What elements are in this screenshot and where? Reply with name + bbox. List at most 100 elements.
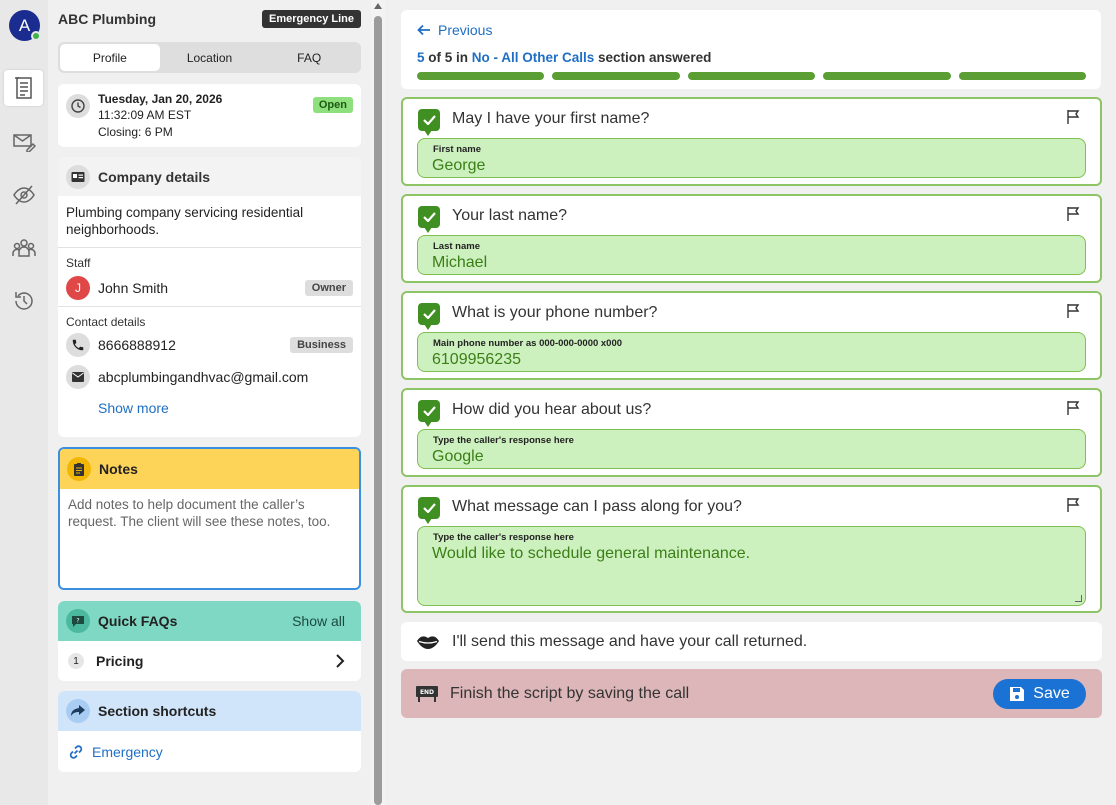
- end-sign-text: END: [420, 689, 434, 696]
- question-text: What is your phone number?: [452, 304, 658, 321]
- field-label: Main phone number as 000-000-0000 x000: [433, 338, 623, 349]
- referral-field[interactable]: Type the caller's response here Google: [417, 429, 1086, 469]
- show-more-link[interactable]: Show more: [58, 393, 361, 423]
- field-value: Google: [432, 448, 484, 465]
- svg-text:?: ?: [76, 617, 79, 624]
- end-sign-icon: END: [416, 685, 438, 702]
- field-value: Would like to schedule general maintenan…: [432, 545, 751, 562]
- last-name-field[interactable]: Last name Michael: [417, 235, 1086, 275]
- email-row[interactable]: abcplumbingandhvac@gmail.com: [58, 361, 361, 393]
- shortcut-item[interactable]: Emergency: [58, 731, 361, 772]
- quick-faqs-header: ? Quick FAQs Show all: [58, 601, 361, 641]
- chevron-right-icon: [336, 654, 345, 668]
- staff-row[interactable]: J John Smith Owner: [58, 270, 361, 307]
- notes-textarea[interactable]: Add notes to help document the caller’s …: [60, 489, 359, 537]
- company-description: Plumbing company servicing residential n…: [58, 196, 361, 248]
- question-text: Your last name?: [452, 207, 568, 224]
- flag-icon[interactable]: [1066, 206, 1080, 222]
- phone-row[interactable]: 8666888912 Business: [58, 329, 361, 361]
- online-status-dot: [31, 31, 41, 41]
- rail-messages-button[interactable]: [4, 124, 43, 160]
- quick-faqs-card: ? Quick FAQs Show all 1 Pricing: [58, 601, 361, 681]
- faq-chat-icon: ?: [66, 609, 90, 633]
- mail-edit-icon: [12, 134, 36, 152]
- line-badge: Emergency Line: [262, 10, 361, 28]
- company-details-header: Company details: [58, 157, 361, 196]
- company-phone: 8666888912: [98, 337, 176, 353]
- previous-link[interactable]: Previous: [417, 22, 492, 38]
- resize-handle[interactable]: [1075, 595, 1082, 602]
- staff-avatar: J: [66, 276, 90, 300]
- progress-of: of 5 in: [424, 50, 472, 65]
- link-icon: [69, 744, 83, 759]
- company-details-title: Company details: [98, 168, 211, 185]
- save-label: Save: [1033, 684, 1070, 702]
- company-email: abcplumbingandhvac@gmail.com: [98, 369, 309, 385]
- field-label: Type the caller's response here: [433, 435, 574, 446]
- section-shortcuts-title: Section shortcuts: [98, 703, 217, 719]
- script-panel: Previous 5 of 5 in No - All Other Calls …: [385, 0, 1116, 805]
- flag-icon[interactable]: [1066, 303, 1080, 319]
- faq-item[interactable]: 1 Pricing: [58, 641, 361, 681]
- notes-icon: [67, 457, 91, 481]
- faq-item-label: Pricing: [96, 653, 144, 669]
- company-details-card: Company details Plumbing company servici…: [58, 157, 361, 437]
- previous-label: Previous: [438, 22, 493, 38]
- scroll-thumb[interactable]: [374, 16, 382, 805]
- script-icon: [14, 77, 32, 99]
- question-card-first-name: May I have your first name? First name G…: [401, 97, 1102, 186]
- progress-text: 5 of 5 in No - All Other Calls section a…: [417, 50, 711, 65]
- section-shortcuts-header: Section shortcuts: [58, 691, 361, 731]
- say-line-text: I'll send this message and have your cal…: [452, 632, 808, 650]
- field-value: 6109956235: [432, 351, 521, 368]
- answered-check-icon: [418, 206, 440, 233]
- answered-check-icon: [418, 400, 440, 427]
- flag-icon[interactable]: [1066, 497, 1080, 513]
- progress-card: Previous 5 of 5 in No - All Other Calls …: [401, 10, 1101, 89]
- profile-tabs: Profile Location FAQ: [58, 42, 361, 73]
- rail-history-button[interactable]: [4, 283, 43, 319]
- rail-team-button[interactable]: [4, 230, 43, 266]
- current-time: 11:32:09 AM EST: [98, 108, 192, 122]
- datetime-card: Tuesday, Jan 20, 2026 11:32:09 AM EST Cl…: [58, 84, 361, 147]
- field-value: George: [432, 157, 486, 174]
- staff-label: Staff: [66, 256, 91, 270]
- company-name: ABC Plumbing: [58, 11, 156, 27]
- scroll-up-arrow[interactable]: [374, 3, 382, 9]
- save-icon: [1010, 686, 1025, 701]
- progress-section-link[interactable]: No - All Other Calls: [472, 50, 595, 65]
- tab-profile[interactable]: Profile: [60, 44, 160, 71]
- arrow-left-icon: [417, 24, 430, 36]
- rail-visibility-button[interactable]: [4, 177, 43, 213]
- avatar[interactable]: A: [9, 10, 41, 41]
- lips-icon: [417, 635, 439, 649]
- progress-suffix: section answered: [594, 50, 712, 65]
- shortcut-label: Emergency: [92, 743, 163, 760]
- faqs-show-all-link[interactable]: Show all: [292, 613, 345, 629]
- question-card-message: What message can I pass along for you? T…: [401, 485, 1102, 613]
- company-panel: ABC Plumbing Emergency Line Profile Loca…: [48, 0, 371, 805]
- staff-role-badge: Owner: [304, 280, 353, 296]
- tab-faq[interactable]: FAQ: [259, 44, 359, 71]
- left-panel-scrollbar[interactable]: [371, 0, 385, 805]
- progress-segment: [687, 72, 816, 80]
- save-button[interactable]: Save: [993, 678, 1086, 709]
- flag-icon[interactable]: [1066, 400, 1080, 416]
- script-say-line: I'll send this message and have your cal…: [401, 622, 1102, 661]
- question-text: What message can I pass along for you?: [452, 498, 742, 515]
- progress-segment: [958, 72, 1087, 80]
- eye-off-icon: [12, 185, 35, 205]
- phone-number-field[interactable]: Main phone number as 000-000-0000 x000 6…: [417, 332, 1086, 372]
- rail-script-button[interactable]: [4, 70, 43, 106]
- question-text: How did you hear about us?: [452, 401, 652, 418]
- message-textarea[interactable]: Type the caller's response here Would li…: [417, 526, 1086, 606]
- question-card-phone: What is your phone number? Main phone nu…: [401, 291, 1102, 380]
- quick-faqs-title: Quick FAQs: [98, 613, 178, 629]
- field-label: First name: [433, 144, 482, 155]
- tab-location[interactable]: Location: [160, 44, 260, 71]
- progress-segment: [823, 72, 951, 80]
- share-arrow-icon: [66, 699, 90, 723]
- flag-icon[interactable]: [1066, 109, 1080, 125]
- section-shortcuts-card: Section shortcuts Emergency: [58, 691, 361, 772]
- first-name-field[interactable]: First name George: [417, 138, 1086, 178]
